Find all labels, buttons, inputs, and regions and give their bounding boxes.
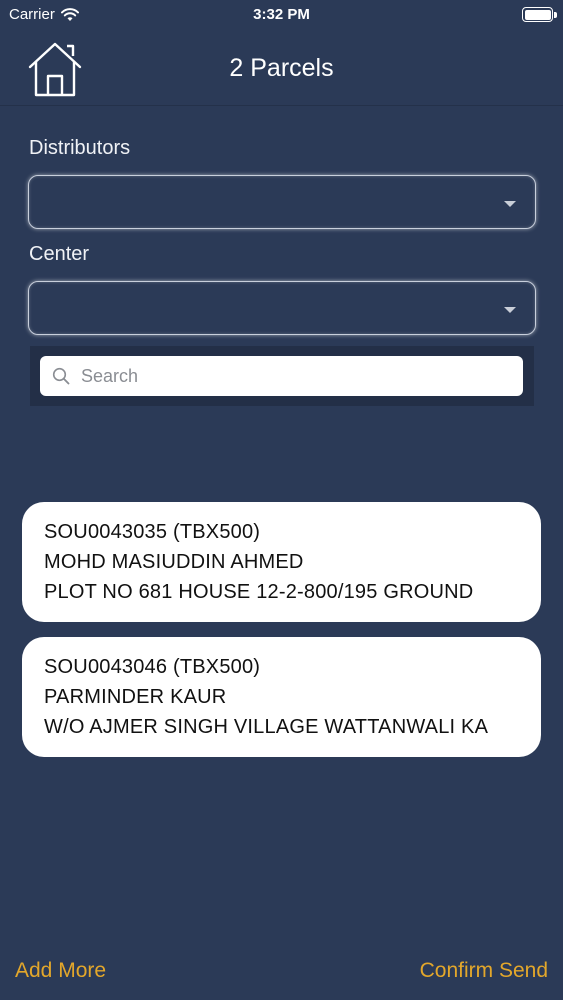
parcel-address: PLOT NO 681 HOUSE 12-2-800/195 GROUND — [44, 581, 474, 603]
parcel-card[interactable]: SOU0043046 (TBX500) PARMINDER KAUR W/O A… — [22, 637, 541, 757]
confirm-send-button[interactable]: Confirm Send — [420, 959, 548, 983]
status-time: 3:32 PM — [253, 6, 310, 23]
parcel-recipient-name: MOHD MASIUDDIN AHMED — [44, 551, 304, 573]
distributors-dropdown[interactable] — [28, 175, 536, 229]
app-screen: Carrier 3:32 PM 2 Parcels Distributors C… — [0, 0, 563, 1000]
parcel-code: SOU0043046 (TBX500) — [44, 656, 261, 678]
center-label: Center — [29, 243, 90, 265]
search-icon — [52, 367, 70, 385]
parcel-address: W/O AJMER SINGH VILLAGE WATTANWALI KA — [44, 716, 489, 738]
center-dropdown[interactable] — [28, 281, 536, 335]
battery-tip — [554, 12, 557, 18]
search-bar: Search — [30, 346, 534, 406]
parcel-card[interactable]: SOU0043035 (TBX500) MOHD MASIUDDIN AHMED… — [22, 502, 541, 622]
search-placeholder: Search — [81, 366, 139, 386]
add-more-button[interactable]: Add More — [15, 959, 106, 983]
battery-icon — [522, 7, 553, 22]
chevron-down-icon — [504, 307, 516, 313]
parcel-recipient-name: PARMINDER KAUR — [44, 686, 227, 708]
parcel-code: SOU0043035 (TBX500) — [44, 521, 261, 543]
navigation-bar: 2 Parcels — [0, 30, 563, 106]
chevron-down-icon — [504, 201, 516, 207]
search-input[interactable]: Search — [40, 356, 523, 396]
battery-level — [524, 9, 551, 20]
status-bar: Carrier 3:32 PM — [0, 0, 563, 30]
page-title: 2 Parcels — [229, 54, 334, 82]
distributors-label: Distributors — [29, 137, 131, 159]
